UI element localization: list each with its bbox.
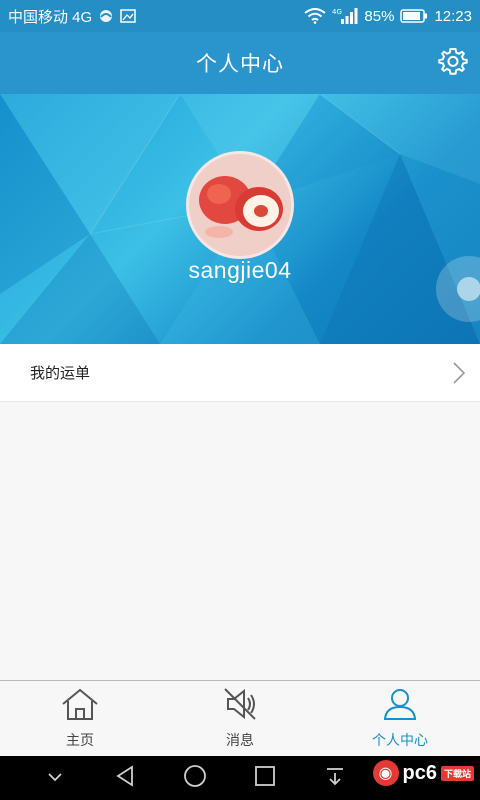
battery-icon: [400, 9, 428, 23]
menu-item-label: 我的运单: [30, 365, 91, 382]
wifi-icon: [304, 8, 327, 24]
watermark: ◉ pc6 下载站: [372, 760, 474, 786]
menu-item-my-waybills[interactable]: 我的运单: [0, 344, 480, 402]
tab-profile[interactable]: 个人中心: [320, 681, 480, 756]
username: sangjie04: [188, 257, 292, 283]
bottom-tab-bar: 主页 消息 个人中心: [0, 680, 480, 756]
tab-home[interactable]: 主页: [0, 681, 160, 756]
gear-icon: [438, 46, 468, 81]
hide-nav-button[interactable]: [35, 758, 75, 798]
chevron-right-icon: [452, 362, 466, 389]
status-left: 中国移动 4G: [8, 6, 136, 27]
home-circle-icon: [183, 764, 207, 793]
back-triangle-icon: [114, 764, 136, 792]
floating-handle-dot: [457, 277, 480, 301]
battery-percent: 85%: [364, 7, 395, 25]
tab-label-profile: 个人中心: [372, 732, 428, 748]
status-bar: 中国移动 4G 4G 85% 12:23: [0, 0, 480, 32]
notification-pull-button[interactable]: [315, 758, 355, 798]
status-right: 4G 85% 12:23: [304, 7, 472, 25]
tab-label-messages: 消息: [226, 732, 254, 748]
recents-button[interactable]: [245, 758, 285, 798]
back-button[interactable]: [105, 758, 145, 798]
network-type-label: 4G: [332, 8, 342, 16]
cloud-icon: [98, 9, 114, 23]
page-title: 个人中心: [196, 53, 284, 76]
tab-label-home: 主页: [66, 732, 94, 748]
watermark-logo-icon: ◉: [372, 760, 399, 786]
user-icon: [380, 687, 420, 726]
title-bar: 个人中心: [0, 32, 480, 94]
tab-messages[interactable]: 消息: [160, 681, 320, 756]
carrier-label: 中国移动 4G: [8, 8, 93, 26]
image-icon: [120, 9, 136, 23]
home-icon: [60, 687, 100, 726]
clock: 12:23: [434, 7, 472, 25]
empty-content-area: [0, 403, 480, 680]
settings-button[interactable]: [436, 46, 470, 80]
pull-down-icon: [324, 765, 346, 792]
profile-banner: sangjie04: [0, 94, 480, 344]
speaker-muted-icon: [220, 687, 260, 726]
chevron-down-icon: [47, 769, 63, 787]
peach-avatar: [189, 154, 291, 256]
watermark-text: pc6: [402, 761, 437, 784]
home-button[interactable]: [175, 758, 215, 798]
recents-square-icon: [254, 765, 276, 792]
avatar[interactable]: [186, 151, 294, 259]
watermark-sub: 下载站: [440, 765, 474, 781]
signal-icon: 4G: [332, 7, 358, 25]
